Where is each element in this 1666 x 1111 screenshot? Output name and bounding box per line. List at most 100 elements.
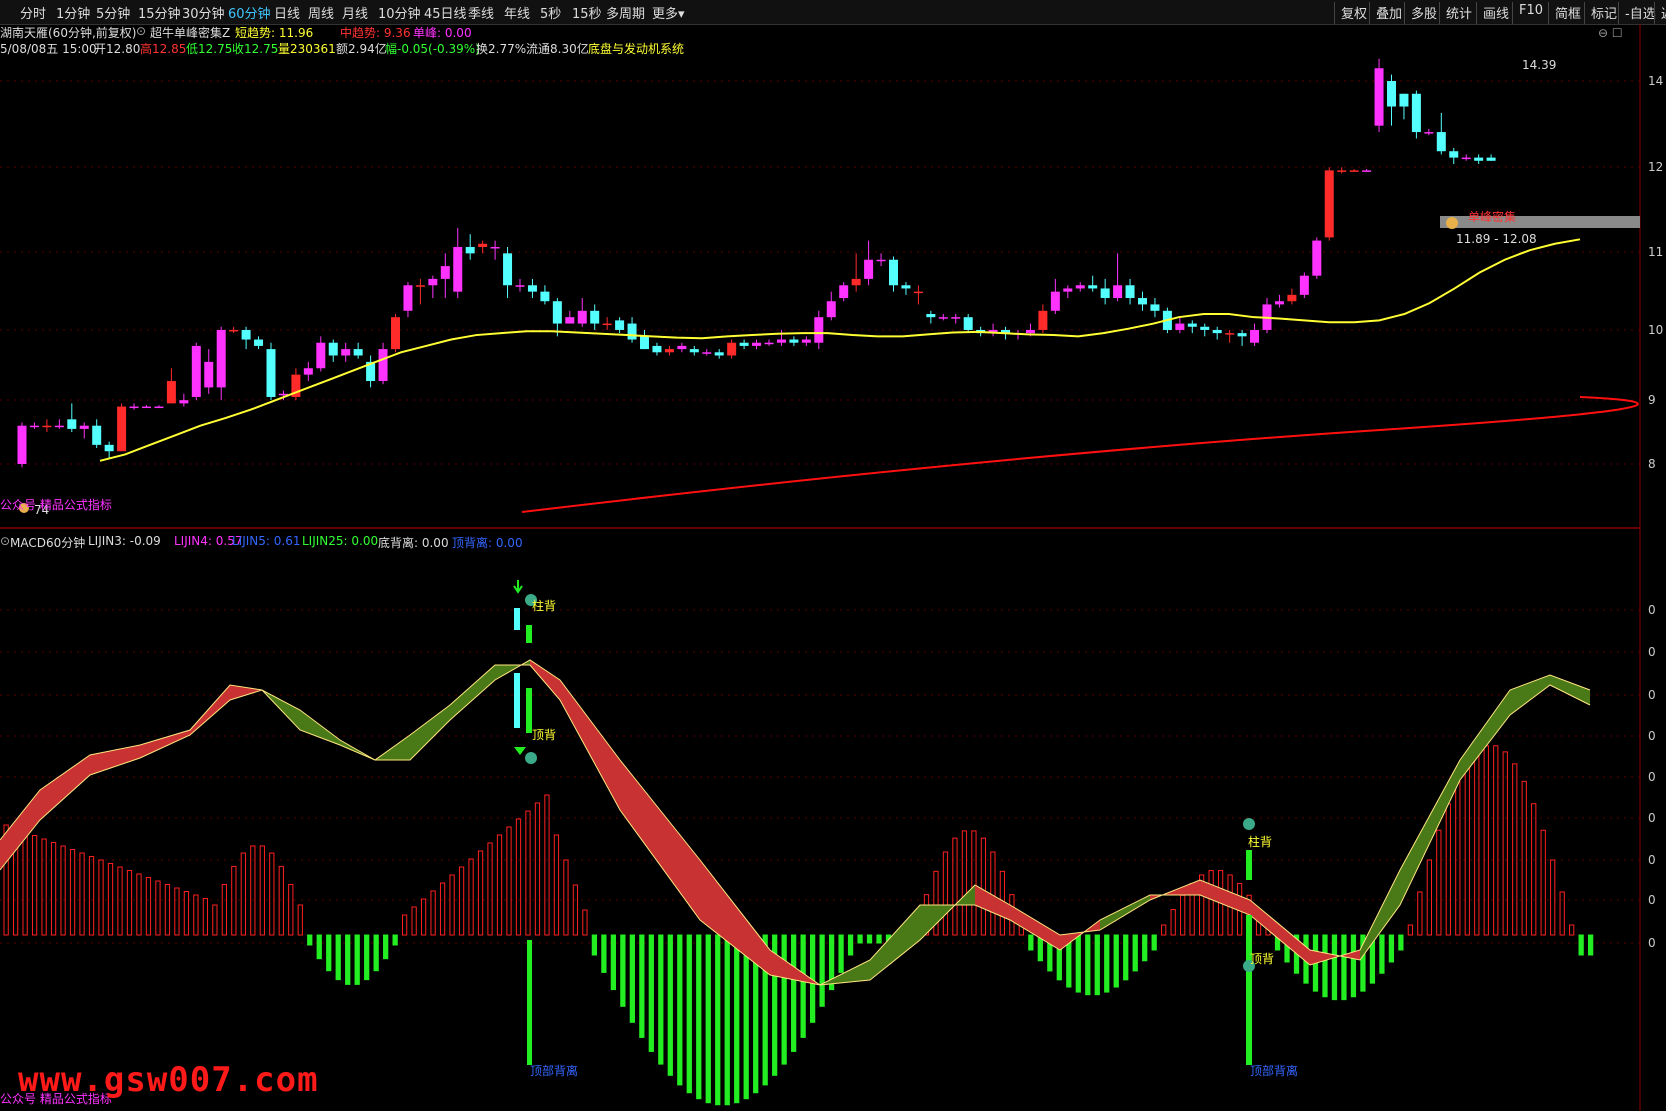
candle-body — [1088, 285, 1098, 289]
macd-band-fill — [450, 665, 495, 720]
period-tab-8[interactable]: 月线 — [342, 3, 368, 22]
candle-body — [1424, 132, 1434, 134]
macd-axis-label: 0 — [1648, 853, 1656, 867]
candle-body — [341, 349, 351, 356]
candle-body — [839, 285, 849, 299]
macd-histogram-bar — [1474, 751, 1480, 936]
peak-price-label: 14.39 — [1522, 58, 1557, 72]
period-tab-6[interactable]: 日线 — [274, 3, 300, 22]
candle-body — [254, 339, 264, 346]
period-tab-9[interactable]: 10分钟 — [378, 3, 421, 22]
period-tab-10[interactable]: 45日线 — [424, 3, 467, 22]
candle-body — [266, 349, 276, 397]
period-tab-0[interactable]: 分时 — [20, 3, 46, 22]
candle-body — [664, 349, 674, 353]
macd-histogram-bar — [582, 909, 588, 936]
period-toolbar: 分时 1分钟 5分钟 15分钟 30分钟 60分钟 日线 周线 月线 10分钟 45日线 季线 年线 5秒… — [0, 0, 1666, 25]
macd-histogram-bar — [1550, 859, 1556, 936]
candle-body — [515, 285, 525, 287]
toolbar-button-0[interactable]: 复权 — [1334, 2, 1373, 24]
period-tab-15[interactable]: 多周期 — [606, 3, 645, 22]
macd-band-fill — [1010, 905, 1060, 950]
candle-body — [353, 349, 363, 356]
kline-chart[interactable]: 14 12 11 10 9 8 0 0 0 0 0 0 0 0 0 — [0, 24, 1666, 1111]
macd-histogram-bar — [961, 830, 968, 936]
candle-body — [191, 345, 201, 397]
macd-band-fill — [1400, 760, 1460, 905]
period-tab-14[interactable]: 15秒 — [572, 3, 602, 22]
macd-histogram-bar — [88, 856, 95, 936]
macd-histogram-bar — [41, 838, 47, 936]
macd-histogram-bar — [50, 842, 57, 936]
period-tab-11[interactable]: 季线 — [468, 3, 494, 22]
macd-histogram-bar — [1170, 909, 1176, 936]
candle-body — [378, 349, 388, 382]
period-tab-13[interactable]: 5秒 — [540, 3, 561, 22]
pillar-div-label-2: 柱背 — [1248, 835, 1273, 849]
candle-body — [1387, 81, 1396, 107]
toolbar-button-9[interactable]: 返 — [1654, 2, 1666, 24]
period-tab-4[interactable]: 30分钟 — [182, 3, 225, 22]
candle-body — [764, 342, 774, 345]
sub-settings-icon[interactable]: ⊙ — [0, 534, 10, 548]
period-tab-16[interactable]: 更多▾ — [652, 3, 685, 22]
candle-body — [876, 259, 886, 262]
macd-histogram-bar — [506, 826, 512, 936]
period-tab-3[interactable]: 15分钟 — [138, 3, 181, 22]
candle-body — [1075, 285, 1085, 289]
candle-body — [1287, 294, 1297, 302]
toolbar-button-4[interactable]: 画线 — [1476, 2, 1515, 24]
period-tab-2[interactable]: 5分钟 — [96, 3, 130, 22]
candle-body — [577, 310, 587, 324]
macd-histogram-bar — [971, 830, 977, 936]
macd-histogram-bar — [496, 834, 503, 936]
candle-body — [1113, 285, 1123, 299]
toolbar-button-2[interactable]: 多股 — [1404, 2, 1443, 24]
macd-histogram-bar — [563, 859, 569, 936]
macd-histogram-bar — [335, 934, 341, 981]
toolbar-button-5[interactable]: F10 — [1512, 2, 1549, 24]
pillar-div-label-1: 柱背 — [532, 599, 557, 613]
macd-histogram-bar — [468, 858, 474, 936]
period-tab-7[interactable]: 周线 — [308, 3, 334, 22]
macd-histogram-bar — [1123, 934, 1129, 981]
macd-histogram-bar — [212, 904, 218, 936]
toolbar-button-1[interactable]: 叠加 — [1369, 2, 1408, 24]
macd-histogram-bar — [307, 934, 313, 946]
candle-body — [913, 291, 923, 294]
macd-histogram-bar — [316, 934, 322, 960]
candle-body — [92, 425, 102, 445]
candle-body — [1038, 310, 1048, 330]
candle-body — [1274, 301, 1284, 305]
candle-body — [1175, 323, 1185, 330]
top-divergence-label-2: 顶部背离 — [1250, 1064, 1299, 1078]
period-tab-12[interactable]: 年线 — [504, 3, 530, 22]
top-divergence-label-1: 顶部背离 — [530, 1064, 579, 1078]
macd-histogram-bar — [487, 842, 493, 936]
macd-histogram-bar — [1322, 934, 1328, 998]
macd-histogram-bar — [69, 849, 76, 936]
candle-body — [1125, 285, 1135, 299]
macd-histogram-bar — [857, 934, 863, 944]
long-ma-line — [521, 396, 1639, 513]
macd-histogram-bar — [601, 934, 607, 973]
candle-body — [490, 246, 500, 249]
macd-band-fill — [1550, 675, 1590, 705]
period-tab-1[interactable]: 1分钟 — [56, 3, 90, 22]
macd-histogram-bar — [392, 934, 398, 946]
toolbar-button-6[interactable]: 简框 — [1548, 2, 1587, 24]
candle-body — [1250, 329, 1260, 343]
candle-body — [1212, 329, 1222, 334]
candle-body — [241, 329, 251, 340]
macd-histogram-bar — [743, 934, 749, 1100]
candle-body — [54, 425, 64, 428]
candle-body — [465, 246, 475, 254]
macd-histogram-bar — [686, 934, 692, 1094]
toolbar-button-3[interactable]: 统计 — [1439, 2, 1478, 24]
macd-histogram-bar — [221, 883, 227, 936]
macd-histogram-bar — [1113, 934, 1119, 988]
macd-histogram-bar — [430, 890, 436, 936]
macd-histogram-bar — [1075, 934, 1081, 993]
period-tab-5[interactable]: 60分钟 — [228, 3, 271, 22]
candle-body — [166, 381, 176, 404]
